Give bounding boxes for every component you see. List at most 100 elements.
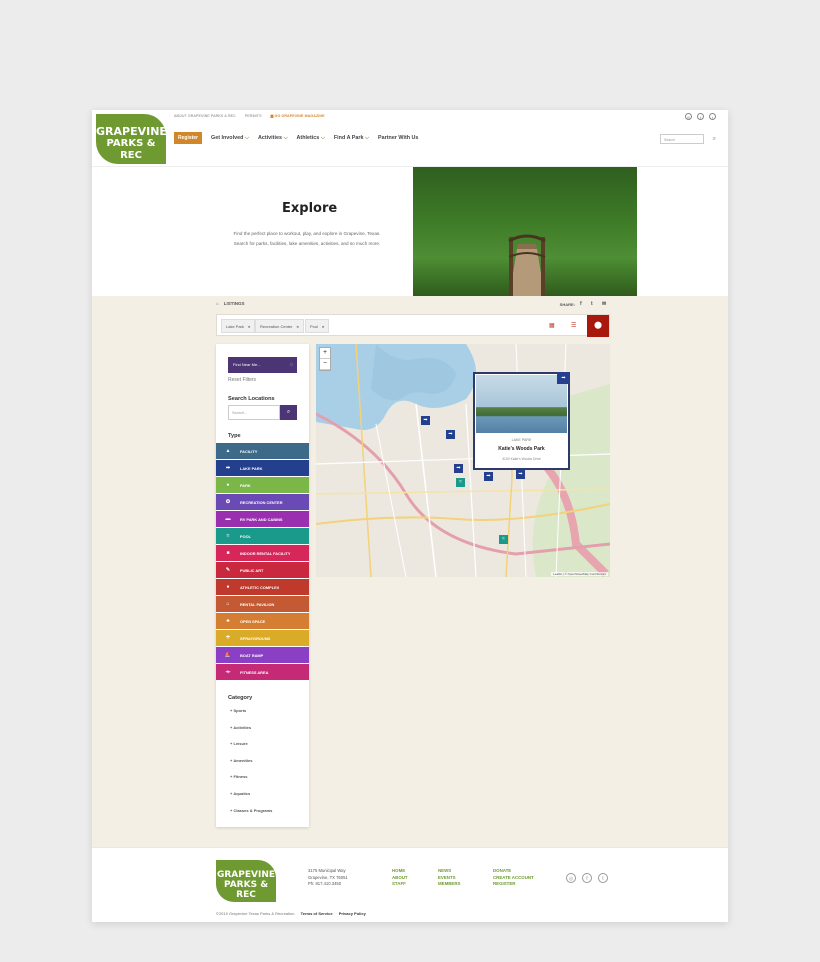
privacy-link[interactable]: Privacy Policy (339, 911, 366, 916)
map-marker[interactable]: ➡ (484, 472, 493, 481)
category-item[interactable]: + Amenities (230, 758, 272, 775)
nav-athletics[interactable]: Athletics ⌵ (297, 135, 325, 142)
map-marker[interactable]: ➡ (454, 464, 463, 473)
nav-get-involved[interactable]: Get Involved ⌵ (211, 135, 249, 142)
instagram-icon[interactable]: ◎ (566, 873, 576, 883)
filter-chip[interactable]: Pool × (305, 319, 330, 333)
map-panel[interactable]: + − ➡ ➡ ➡ ≈ ➡ ➡ ≈ ➡ LAKE PARK Katie’s Wo… (316, 344, 610, 577)
util-link-about[interactable]: ABOUT GRAPEVINE PARKS & REC (174, 114, 236, 118)
category-item[interactable]: + Sports (230, 708, 272, 725)
site-logo[interactable]: GRAPEVINE PARKS & REC (96, 114, 167, 164)
nav-label: Get Involved (211, 134, 244, 141)
facility-icon: ▲ (225, 448, 231, 454)
facebook-icon[interactable]: f (697, 113, 704, 120)
type-recreation-center[interactable]: ✪ RECREATION CENTER (216, 494, 309, 510)
boat-ramp-icon: ⛵ (224, 652, 232, 658)
category-item[interactable]: + Activities (230, 725, 272, 742)
popup-title[interactable]: Katie’s Woods Park (475, 446, 568, 452)
zoom-in-button[interactable]: + (320, 348, 330, 359)
find-near-me-button[interactable]: Find Near Me... ◌ (228, 357, 297, 373)
filter-chip[interactable]: Recreation Center × (255, 319, 304, 333)
map-popup[interactable]: ➡ LAKE PARK Katie’s Woods Park 3100 Kati… (473, 372, 570, 470)
map-marker[interactable]: ➡ (446, 430, 455, 439)
footer-logo[interactable]: GRAPEVINE PARKS & REC (216, 860, 276, 902)
type-park[interactable]: ♠ PARK (216, 477, 309, 493)
instagram-icon[interactable]: ◎ (685, 113, 692, 120)
footer-link-staff[interactable]: STAFF (392, 881, 408, 888)
remove-filter-icon[interactable]: × (248, 324, 250, 329)
zoom-out-button[interactable]: − (320, 359, 330, 370)
terms-link[interactable]: Terms of Service (301, 911, 333, 916)
swim-icon: ≈ (502, 536, 505, 542)
nav-find-a-park[interactable]: Find A Park ⌵ (334, 135, 369, 142)
reset-filters-link[interactable]: Reset Filters (228, 377, 256, 383)
hero-description: Find the perfect place to workout, play,… (233, 231, 381, 246)
copyright: ©2019 Grapevine Texas Parks & Recreation (216, 911, 295, 916)
type-lake-park[interactable]: ➡ LAKE PARK (216, 460, 309, 476)
breadcrumb-current: LISTINGS (223, 301, 245, 306)
type-athletic-complex[interactable]: ● ATHLETIC COMPLEX (216, 579, 309, 595)
popup-address: 3100 Katie's Woods Drive (502, 457, 541, 461)
header-search-input[interactable]: Search (660, 134, 704, 144)
register-button[interactable]: Register (174, 132, 203, 144)
type-public-art[interactable]: ✎ PUBLIC ART (216, 562, 309, 578)
filter-chip[interactable]: Lake Park × (221, 319, 256, 333)
location-search-input[interactable]: Search... (228, 405, 280, 420)
map-view-button[interactable]: ⬤ (587, 315, 609, 337)
footer-links-col2: NEWS EVENTS MEMBERS (438, 868, 460, 888)
type-rental-pavilion[interactable]: ⌂ RENTAL PAVILION (216, 596, 309, 612)
twitter-icon[interactable]: t (709, 113, 716, 120)
remove-filter-icon[interactable]: × (322, 324, 324, 329)
category-item[interactable]: + Fitness (230, 774, 272, 791)
magazine-link[interactable]: ▆ GO GRAPEVINE MAGAZINE (271, 114, 325, 118)
type-label: FACILITY (240, 448, 258, 454)
location-search-button[interactable]: ⌕ (280, 405, 297, 420)
util-link-permits[interactable]: PERMITS (245, 114, 262, 118)
facebook-share-icon[interactable]: f (580, 301, 586, 307)
remove-filter-icon[interactable]: × (296, 324, 298, 329)
breadcrumb: ⌂ LISTINGS (216, 301, 244, 306)
twitter-share-icon[interactable]: t (591, 301, 597, 307)
map-marker[interactable]: ➡ (421, 416, 430, 425)
type-boat-ramp[interactable]: ⛵ BOAT RAMP (216, 647, 309, 663)
chip-label: Recreation Center (260, 324, 293, 329)
email-share-icon[interactable]: ✉ (602, 301, 608, 307)
search-icon[interactable]: ⌕ (713, 136, 716, 143)
map-marker[interactable]: ≈ (456, 478, 465, 487)
popup-type: LAKE PARK (511, 438, 532, 442)
boat-icon: ➡ (225, 465, 231, 471)
map-pin-icon: ⬤ (594, 322, 602, 329)
phone: Ph: 817.410.3450 (308, 881, 342, 886)
pavilion-icon: ⌂ (226, 601, 230, 607)
home-icon[interactable]: ⌂ (216, 301, 219, 306)
listings-section: ⌂ LISTINGS SHARE: f t ✉ Lake Park × Recre… (92, 296, 728, 847)
map-marker[interactable]: ≈ (499, 535, 508, 544)
nav-partner[interactable]: Partner With Us (378, 135, 418, 141)
footer-legal: ©2019 Grapevine Texas Parks & Recreation… (216, 911, 366, 916)
map-attribution[interactable]: Leaflet | © OpenStreetMap Contributors (551, 572, 608, 576)
type-sprayground[interactable]: ☂ SPRAYGROUND (216, 630, 309, 646)
type-fitness-area[interactable]: ⟛ FITNESS AREA (216, 664, 309, 680)
main-nav: Register Get Involved ⌵ Activities ⌵ Ath… (174, 132, 418, 144)
type-pool[interactable]: ≈ POOL (216, 528, 309, 544)
category-item[interactable]: + Aquatics (230, 791, 272, 808)
nav-activities[interactable]: Activities ⌵ (258, 135, 288, 142)
map-marker[interactable]: ➡ (516, 470, 525, 479)
type-label: RENTAL PAVILION (240, 601, 275, 607)
category-label: Activities (233, 724, 252, 730)
chevron-down-icon: ⌵ (283, 134, 288, 141)
twitter-icon[interactable]: t (598, 873, 608, 883)
recreation-icon: ✪ (225, 499, 231, 505)
type-facility[interactable]: ▲ FACILITY (216, 443, 309, 459)
type-rv-park[interactable]: ▬ RV PARK AND CABINS (216, 511, 309, 527)
type-indoor-rental[interactable]: ■ INDOOR RENTAL FACILITY (216, 545, 309, 561)
footer-link-members[interactable]: MEMBERS (438, 881, 460, 888)
grid-view-icon[interactable]: ▦ (549, 322, 555, 329)
type-open-space[interactable]: ♣ OPEN SPACE (216, 613, 309, 629)
logo-line1: GRAPEVINE (216, 870, 276, 880)
category-item[interactable]: + Classes & Programs (230, 808, 272, 825)
facebook-icon[interactable]: f (582, 873, 592, 883)
list-view-icon[interactable]: ☰ (571, 322, 576, 329)
footer-link-register[interactable]: REGISTER (493, 881, 534, 888)
category-item[interactable]: + Leisure (230, 741, 272, 758)
